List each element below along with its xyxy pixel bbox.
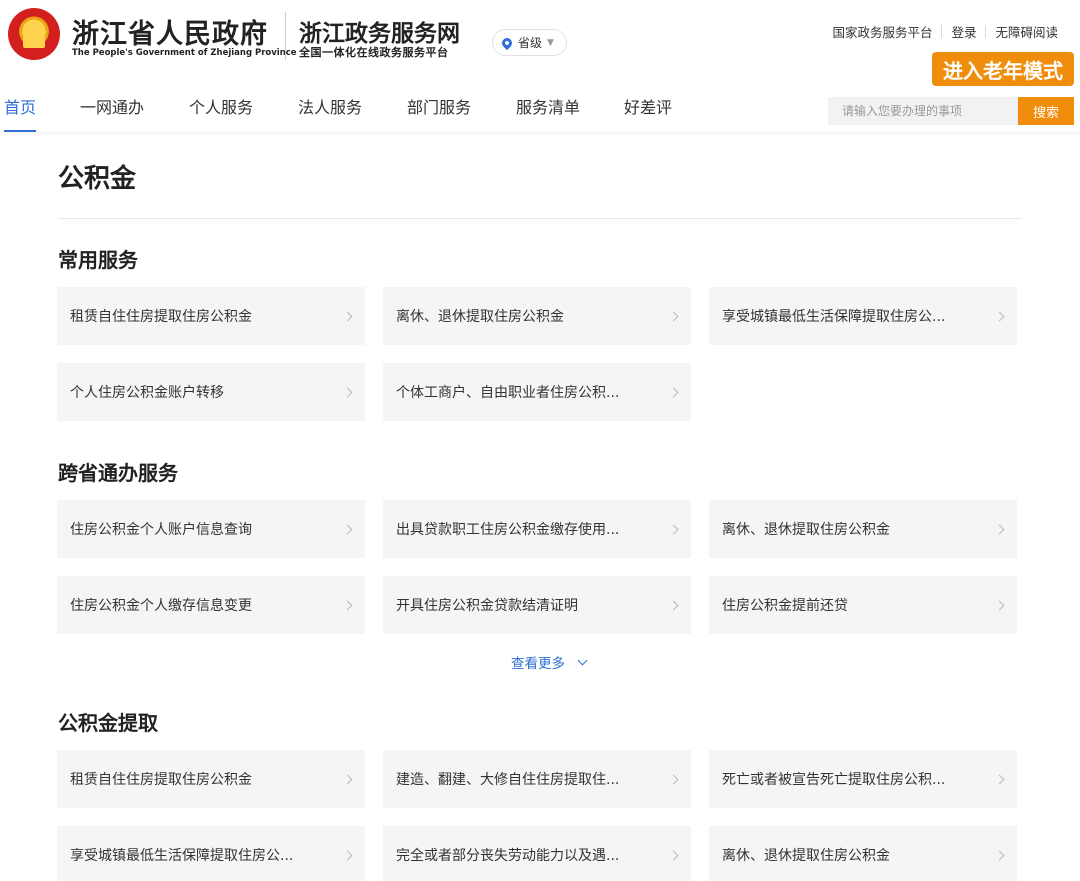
service-card-label: 享受城镇最低生活保障提取住房公... (722, 309, 946, 325)
section-title-withdrawal: 公积金提取 (58, 711, 158, 735)
accessibility-link[interactable]: 无障碍阅读 (995, 22, 1058, 41)
chevron-right-icon (994, 850, 1005, 860)
chevron-right-icon (668, 311, 679, 321)
nav-legal-entity-services[interactable]: 法人服务 (298, 90, 362, 132)
service-card-label: 住房公积金提前还贷 (722, 598, 848, 614)
site-header: ★ 浙江省人民政府 The People's Government of Zhe… (0, 0, 1080, 132)
search-input[interactable] (828, 97, 1018, 125)
service-card[interactable]: 住房公积金个人账户信息查询 (57, 500, 365, 558)
service-card[interactable]: 住房公积金个人缴存信息变更 (57, 576, 365, 634)
region-label: 省级 (518, 36, 543, 50)
service-card[interactable]: 完全或者部分丧失劳动能力以及遇... (383, 826, 691, 881)
chevron-right-icon (668, 774, 679, 784)
national-platform-link[interactable]: 国家政务服务平台 (832, 22, 932, 41)
chevron-right-icon (668, 600, 679, 610)
service-card[interactable]: 离休、退休提取住房公积金 (709, 826, 1017, 881)
gov-title[interactable]: 浙江省人民政府 (72, 12, 268, 51)
service-card-label: 出具贷款职工住房公积金缴存使用... (396, 522, 620, 538)
service-card-label: 住房公积金个人缴存信息变更 (70, 598, 252, 614)
service-card[interactable]: 享受城镇最低生活保障提取住房公... (709, 287, 1017, 345)
service-card-label: 租赁自住住房提取住房公积金 (70, 772, 252, 788)
chevron-right-icon (994, 600, 1005, 610)
service-card-label: 享受城镇最低生活保障提取住房公... (70, 848, 294, 864)
divider (985, 25, 987, 38)
service-card-label: 个人住房公积金账户转移 (70, 385, 224, 401)
service-card[interactable]: 个人住房公积金账户转移 (57, 363, 365, 421)
chevron-right-icon (994, 774, 1005, 784)
chevron-right-icon (668, 850, 679, 860)
nav-department-services[interactable]: 部门服务 (407, 90, 471, 132)
service-card[interactable]: 住房公积金提前还贷 (709, 576, 1017, 634)
service-card[interactable]: 死亡或者被宣告死亡提取住房公积... (709, 750, 1017, 808)
chevron-right-icon (342, 524, 353, 534)
chevron-right-icon (342, 387, 353, 397)
location-pin-icon (499, 35, 515, 50)
view-more-label: 查看更多 (511, 656, 565, 672)
nav-one-stop[interactable]: 一网通办 (80, 90, 144, 132)
service-card[interactable]: 个体工商户、自由职业者住房公积... (383, 363, 691, 421)
title-divider (58, 218, 1022, 219)
service-card-label: 个体工商户、自由职业者住房公积... (396, 385, 620, 401)
nav-evaluation[interactable]: 好差评 (624, 90, 672, 132)
service-card[interactable]: 出具贷款职工住房公积金缴存使用... (383, 500, 691, 558)
service-card-label: 完全或者部分丧失劳动能力以及遇... (396, 848, 620, 864)
service-card-label: 租赁自住住房提取住房公积金 (70, 309, 252, 325)
service-card[interactable]: 享受城镇最低生活保障提取住房公... (57, 826, 365, 881)
service-card-label: 死亡或者被宣告死亡提取住房公积... (722, 772, 946, 788)
chevron-right-icon (342, 311, 353, 321)
chevron-right-icon (668, 524, 679, 534)
top-links: 国家政务服务平台 登录 无障碍阅读 (832, 22, 1058, 41)
chevron-right-icon (342, 600, 353, 610)
region-select[interactable]: 省级 ▼ (492, 29, 567, 56)
service-card[interactable]: 建造、翻建、大修自住住房提取住... (383, 750, 691, 808)
site-subtitle: 全国一体化在线政务服务平台 (299, 46, 449, 59)
site-title[interactable]: 浙江政务服务网 (299, 14, 460, 48)
chevron-right-icon (342, 774, 353, 784)
section-title-common: 常用服务 (58, 248, 138, 272)
service-card[interactable]: 租赁自住住房提取住房公积金 (57, 750, 365, 808)
login-link[interactable]: 登录 (951, 22, 976, 41)
national-emblem-icon: ★ (8, 8, 60, 60)
chevron-down-icon (577, 655, 588, 665)
nav-personal-services[interactable]: 个人服务 (189, 90, 253, 132)
service-card[interactable]: 离休、退休提取住房公积金 (709, 500, 1017, 558)
chevron-right-icon (994, 524, 1005, 534)
gov-title-en: The People's Government of Zhejiang Prov… (72, 48, 297, 58)
chevron-right-icon (342, 850, 353, 860)
search-button[interactable]: 搜索 (1018, 97, 1074, 125)
chevron-right-icon (994, 311, 1005, 321)
view-more-link[interactable]: 查看更多 (511, 652, 588, 672)
service-card-label: 离休、退休提取住房公积金 (396, 309, 564, 325)
caret-down-icon: ▼ (547, 37, 554, 48)
chevron-right-icon (668, 387, 679, 397)
elder-mode-button[interactable]: 进入老年模式 (932, 52, 1074, 86)
nav-home[interactable]: 首页 (4, 90, 37, 132)
page-title: 公积金 (58, 164, 137, 194)
service-card[interactable]: 租赁自住住房提取住房公积金 (57, 287, 365, 345)
nav-service-list[interactable]: 服务清单 (516, 90, 580, 132)
section-title-cross-province: 跨省通办服务 (58, 461, 178, 485)
service-card-label: 开具住房公积金贷款结清证明 (396, 598, 578, 614)
service-card[interactable]: 开具住房公积金贷款结清证明 (383, 576, 691, 634)
logo-divider (285, 12, 286, 60)
service-card[interactable]: 离休、退休提取住房公积金 (383, 287, 691, 345)
service-card-label: 离休、退休提取住房公积金 (722, 522, 890, 538)
service-card-label: 住房公积金个人账户信息查询 (70, 522, 252, 538)
service-card-label: 建造、翻建、大修自住住房提取住... (396, 772, 620, 788)
service-card-label: 离休、退休提取住房公积金 (722, 848, 890, 864)
divider (941, 25, 943, 38)
